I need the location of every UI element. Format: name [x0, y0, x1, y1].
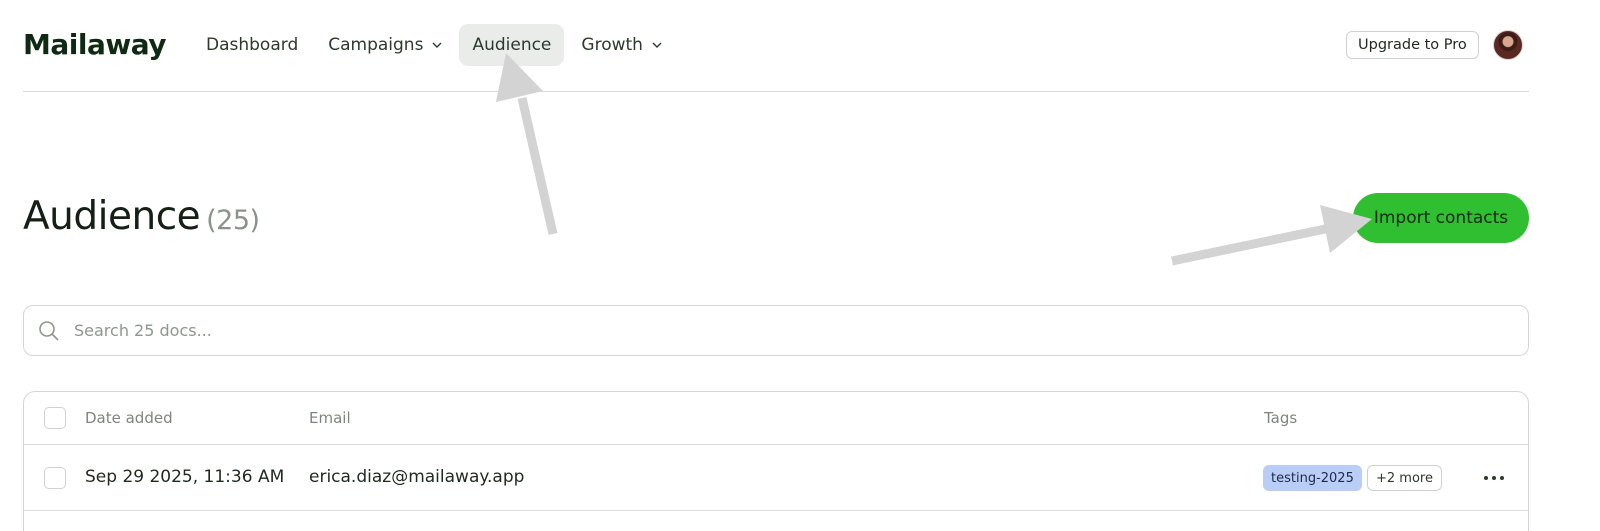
- upgrade-button[interactable]: Upgrade to Pro: [1346, 31, 1479, 59]
- column-header-tags[interactable]: Tags: [1264, 409, 1297, 427]
- search-input[interactable]: [74, 321, 1474, 340]
- table-header: Date added Email Tags: [24, 392, 1528, 445]
- tag-badge: testing-2025: [1263, 465, 1362, 491]
- search-icon: [39, 321, 59, 341]
- column-header-email[interactable]: Email: [309, 409, 351, 427]
- annotation-arrow-import: [1171, 205, 1372, 266]
- nav-item-campaigns[interactable]: Campaigns: [315, 24, 455, 66]
- nav-item-growth[interactable]: Growth: [568, 24, 675, 66]
- contacts-table: Date added Email Tags Sep 29 2025, 11:36…: [23, 391, 1529, 531]
- nav-item-label: Audience: [472, 35, 552, 55]
- user-avatar[interactable]: [1493, 30, 1523, 60]
- dot: [1500, 476, 1504, 480]
- chevron-down-icon: [432, 42, 442, 48]
- page-title: Audience (25): [23, 194, 260, 239]
- select-all-checkbox[interactable]: [44, 407, 66, 429]
- import-contacts-button[interactable]: Import contacts: [1353, 193, 1529, 243]
- app-logo[interactable]: Mailaway: [23, 28, 167, 61]
- row-checkbox[interactable]: [44, 467, 66, 489]
- chevron-down-icon: [652, 42, 662, 48]
- column-header-date[interactable]: Date added: [85, 409, 173, 427]
- table-row[interactable]: Sep 29 2025, 11:36 AM erica.diaz@mailawa…: [24, 445, 1528, 511]
- nav-item-label: Growth: [581, 35, 643, 55]
- page-title-text: Audience: [23, 194, 201, 239]
- nav-item-label: Dashboard: [206, 35, 299, 55]
- row-date: Sep 29 2025, 11:36 AM: [85, 467, 285, 487]
- nav-item-dashboard[interactable]: Dashboard: [193, 24, 311, 66]
- main-nav: Dashboard Campaigns Audience Growth: [193, 24, 679, 66]
- audience-count: (25): [206, 205, 260, 236]
- nav-item-label: Campaigns: [328, 35, 424, 55]
- row-email[interactable]: erica.diaz@mailaway.app: [309, 467, 524, 487]
- search-bar[interactable]: [23, 305, 1529, 356]
- row-actions-icon[interactable]: [1484, 469, 1504, 487]
- dot: [1484, 476, 1488, 480]
- nav-item-audience[interactable]: Audience: [459, 24, 565, 66]
- dot: [1492, 476, 1496, 480]
- more-tags-button[interactable]: +2 more: [1367, 465, 1442, 491]
- top-header: Mailaway Dashboard Campaigns Audience Gr…: [23, 0, 1529, 92]
